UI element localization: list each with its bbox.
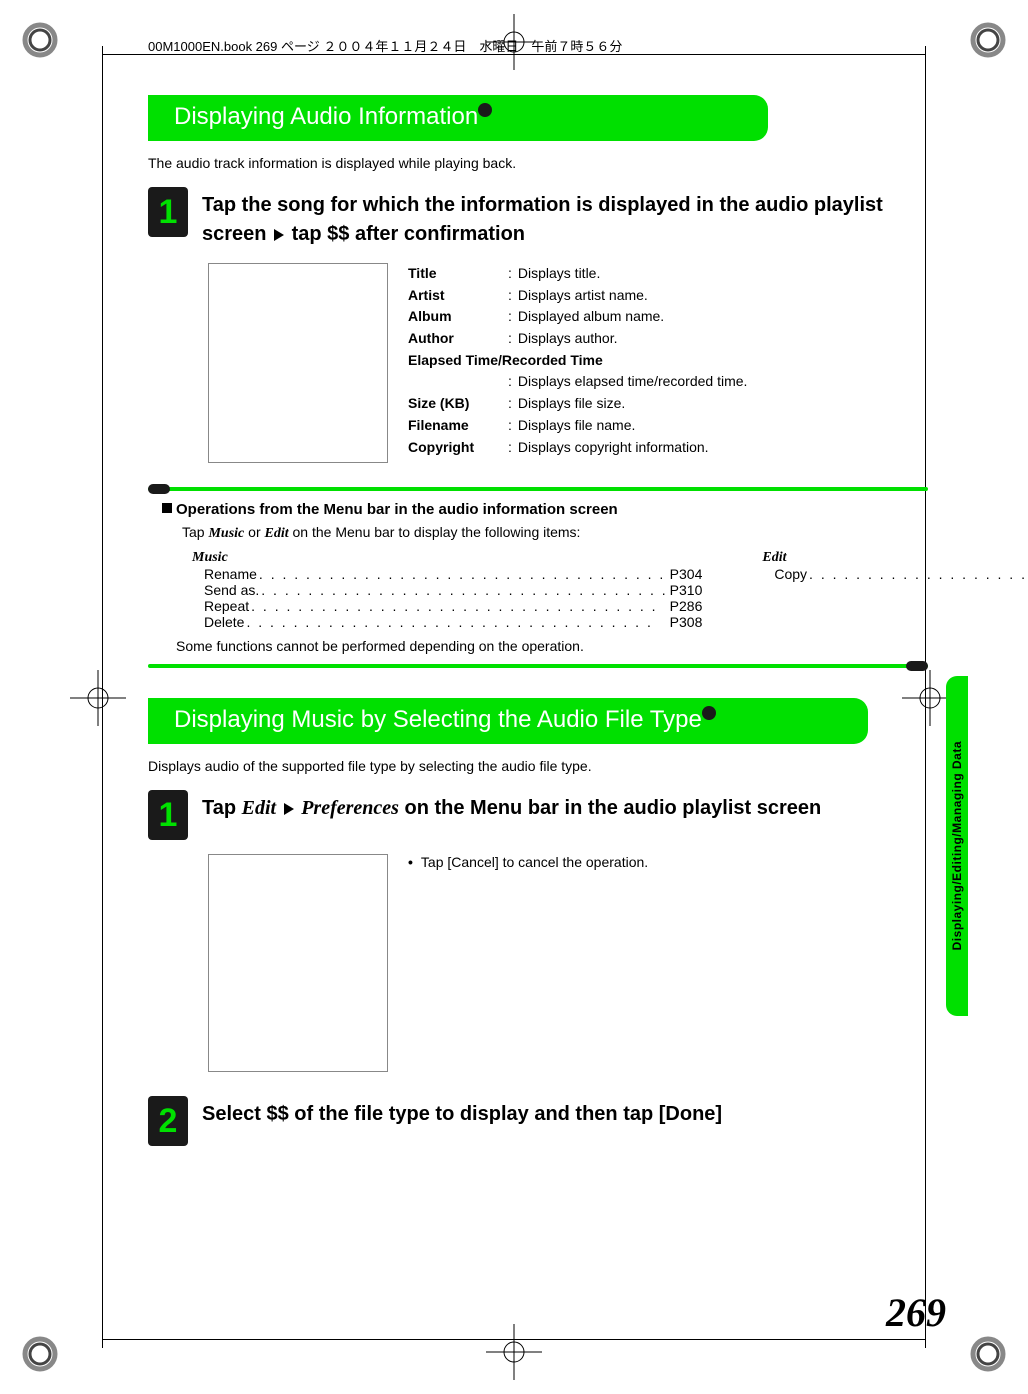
def-author-label: Author (408, 328, 508, 350)
section2-intro: Displays audio of the supported file typ… (148, 758, 928, 774)
def-title-label: Title (408, 263, 508, 285)
section1-step1: 1 Tap the song for which the information… (148, 187, 928, 249)
def-filename-label: Filename (408, 415, 508, 437)
definition-list: Title:Displays title. Artist:Displays ar… (408, 263, 747, 463)
trim-line-left (102, 46, 103, 1348)
step1-text: Tap the song for which the information i… (202, 187, 928, 249)
trim-line-bottom (102, 1339, 926, 1340)
page-number: 269 (886, 1289, 946, 1336)
menu-head-music: Music (192, 550, 702, 566)
menu-item: Send as.P310 (204, 582, 702, 598)
triangle-icon (274, 229, 284, 241)
sub-bar-top (148, 487, 928, 491)
menu-col-edit: Edit CopyP305 (762, 550, 1028, 630)
side-tab: Displaying/Editing/Managing Data (946, 676, 968, 1016)
print-meta-line: 00M1000EN.book 269 ページ ２００４年１１月２４日 水曜日 午… (148, 36, 928, 55)
section2-step2-text: Select $$ of the file type to display an… (202, 1096, 722, 1129)
def-album-label: Album (408, 306, 508, 328)
preferences-block: •Tap [Cancel] to cancel the operation. (208, 854, 928, 1072)
def-artist-value: Displays artist name. (518, 285, 648, 307)
square-icon (162, 503, 172, 513)
menu-head-edit: Edit (762, 550, 1028, 566)
def-size-value: Displays file size. (518, 393, 625, 415)
sub-intro: Tap Music or Edit on the Menu bar to dis… (182, 524, 928, 542)
def-elapsed-value: Displays elapsed time/recorded time. (518, 371, 748, 393)
def-album-value: Displayed album name. (518, 306, 664, 328)
section2-step2: 2 Select $$ of the file type to display … (148, 1096, 928, 1146)
def-title-value: Displays title. (518, 263, 600, 285)
page-content: 00M1000EN.book 269 ページ ２００４年１１月２４日 水曜日 午… (148, 36, 928, 1324)
def-size-label: Size (KB) (408, 393, 508, 415)
def-elapsed-label: Elapsed Time/Recorded Time (408, 350, 603, 372)
screenshot-placeholder-1 (208, 263, 388, 463)
crop-mark-bl (22, 1336, 58, 1372)
step-number-1: 1 (148, 187, 188, 237)
menu-item: RepeatP286 (204, 598, 702, 614)
section2-step1: 1 Tap Edit Preferences on the Menu bar i… (148, 790, 928, 840)
crop-cross-bottom (486, 1324, 542, 1380)
side-tab-label: Displaying/Editing/Managing Data (950, 741, 964, 950)
menu-col-music: Music RenameP304 Send as.P310 RepeatP286… (192, 550, 702, 630)
sub-note: Some functions cannot be performed depen… (176, 638, 928, 654)
def-author-value: Displays author. (518, 328, 618, 350)
crop-mark-br (970, 1336, 1006, 1372)
section1-intro: The audio track information is displayed… (148, 155, 928, 171)
section-header-audio-info: Displaying Audio Information (148, 95, 768, 141)
menu-item: DeleteP308 (204, 614, 702, 630)
triangle-icon (284, 803, 294, 815)
menu-item: RenameP304 (204, 566, 702, 582)
def-copyright-value: Displays copyright information. (518, 437, 709, 459)
section2-step1-text: Tap Edit Preferences on the Menu bar in … (202, 790, 821, 823)
step1-text-b: tap $$ after confirmation (286, 223, 525, 245)
screenshot-placeholder-2 (208, 854, 388, 1072)
audio-info-block: Title:Displays title. Artist:Displays ar… (208, 263, 928, 463)
step-number-2: 2 (148, 1096, 188, 1146)
def-filename-value: Displays file name. (518, 415, 636, 437)
cancel-note: •Tap [Cancel] to cancel the operation. (408, 854, 648, 870)
menu-item: CopyP305 (774, 566, 1028, 582)
step-number-1b: 1 (148, 790, 188, 840)
sub-bar-bottom (148, 664, 928, 668)
crop-mark-tr (970, 22, 1006, 58)
section-header-file-type: Displaying Music by Selecting the Audio … (148, 698, 868, 744)
menu-columns: Music RenameP304 Send as.P310 RepeatP286… (192, 550, 928, 630)
operations-subsection: Operations from the Menu bar in the audi… (148, 487, 928, 668)
def-copyright-label: Copyright (408, 437, 508, 459)
crop-mark-tl (22, 22, 58, 58)
sub-title: Operations from the Menu bar in the audi… (162, 501, 928, 518)
def-artist-label: Artist (408, 285, 508, 307)
crop-cross-left (70, 670, 126, 726)
